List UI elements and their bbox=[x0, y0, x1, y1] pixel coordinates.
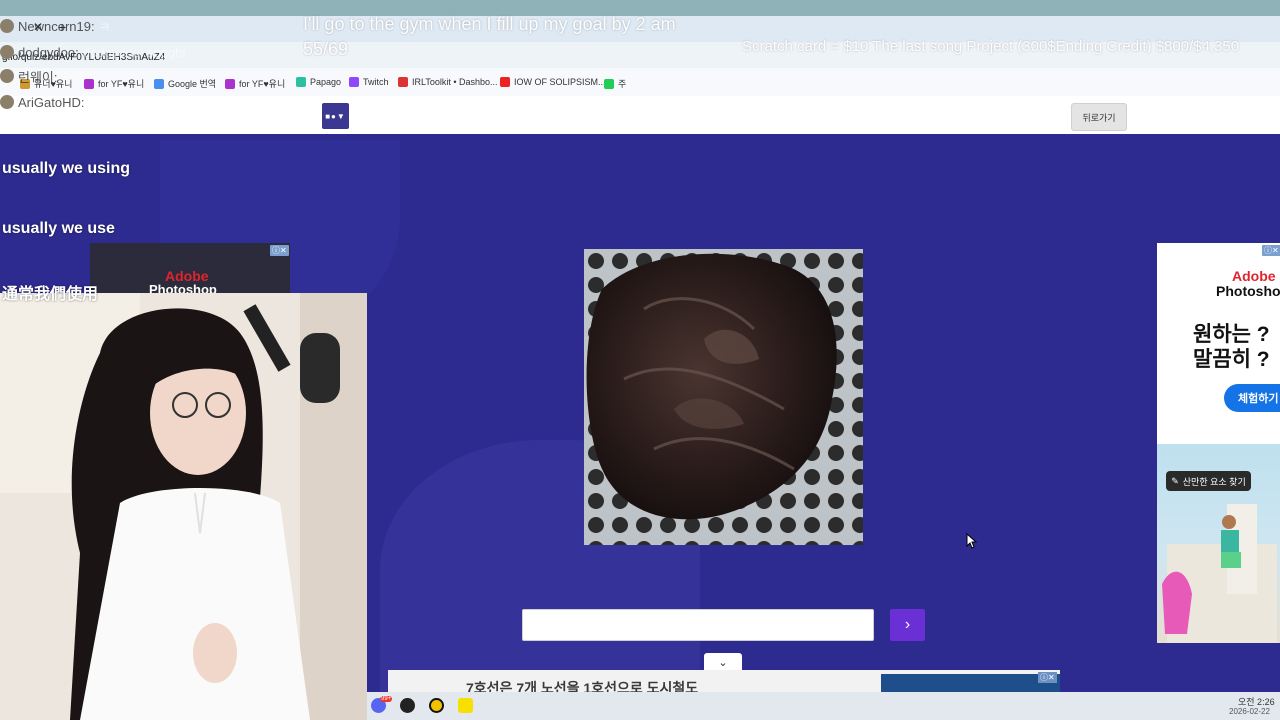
obs-icon[interactable] bbox=[400, 698, 415, 713]
stream-goal-text: I'll go to the gym when I fill up my goa… bbox=[303, 14, 676, 34]
youtube-icon bbox=[500, 77, 510, 87]
streamer-webcam bbox=[0, 293, 367, 720]
avatar bbox=[0, 69, 14, 83]
bottom-banner-text: 7호선은 7개 노선을 1호선으로 도시철도 bbox=[466, 680, 699, 692]
stream-goal-count: 55/69 bbox=[303, 39, 349, 59]
chat-username: 런웨이: bbox=[18, 69, 58, 85]
right-ad-product: Photosho bbox=[1216, 283, 1280, 299]
twitch-icon bbox=[349, 77, 359, 87]
subtitle-line: usually we use bbox=[2, 220, 115, 237]
chat-text: ㅋㅋㅋ bbox=[61, 69, 98, 85]
taskbar-clock-date[interactable]: 2026-02-22 bbox=[1229, 707, 1270, 716]
chat-message: Newncorn19: ㅋ bbox=[0, 16, 111, 36]
streamer-webcam-image bbox=[0, 293, 367, 720]
bookmark-icon bbox=[225, 78, 235, 89]
bookmark-item[interactable]: IRLToolkit • Dashbo... bbox=[398, 77, 498, 87]
mouse-cursor-icon bbox=[966, 533, 978, 549]
avatar bbox=[0, 95, 14, 109]
chevron-right-icon: › bbox=[904, 616, 911, 633]
site-logo[interactable]: ■●▼ bbox=[322, 103, 349, 129]
submit-button[interactable]: › bbox=[890, 609, 925, 641]
ad-choices-icon[interactable]: ⓘ✕ bbox=[1038, 672, 1057, 683]
app-icon[interactable] bbox=[429, 698, 444, 713]
bottom-banner-ad[interactable]: 7호선은 7개 노선을 1호선으로 도시철도 ⓘ✕ bbox=[388, 670, 1060, 692]
notification-badge: 99+ bbox=[380, 696, 393, 702]
taskbar bbox=[367, 692, 1280, 720]
bookmark-icon bbox=[604, 78, 614, 89]
back-button[interactable]: 뒤로가기 bbox=[1071, 103, 1127, 131]
chat-text: a big prune or gochu bbox=[88, 94, 208, 110]
bookmark-item[interactable]: Twitch bbox=[349, 77, 389, 87]
chat-username: Newncorn19: bbox=[18, 18, 95, 34]
chat-message: 런웨이: ㅋㅋㅋ bbox=[0, 66, 97, 86]
chat-text: ㅋ bbox=[98, 19, 111, 35]
bookmark-item[interactable]: IOW OF SOLIPSISM... bbox=[500, 77, 606, 87]
scroll-down-button[interactable]: ⌄ bbox=[704, 653, 742, 671]
magic-wand-icon: ✎ bbox=[1171, 475, 1179, 486]
ad-choices-icon[interactable]: ⓘ✕ bbox=[1262, 245, 1280, 256]
irltoolkit-icon bbox=[398, 77, 408, 87]
bookmark-item[interactable]: Papago bbox=[296, 77, 341, 87]
chat-message: dodgydoo: dodgydoo: sogghi bbox=[0, 42, 185, 62]
chat-username: dodgydoo: bbox=[18, 44, 79, 60]
bookmark-item[interactable]: 주 bbox=[604, 77, 626, 90]
chevron-down-icon: ⌄ bbox=[718, 656, 728, 669]
quiz-image-graphic bbox=[584, 249, 863, 545]
right-ad-chip[interactable]: ✎ 산만한 요소 찾기 bbox=[1166, 471, 1251, 491]
google-translate-icon bbox=[154, 78, 164, 89]
right-ad-cta-button[interactable]: 체험하기 bbox=[1224, 384, 1280, 412]
chat-message: AriGatoHD: a big prune or gochu bbox=[0, 92, 208, 112]
kakaotalk-icon[interactable] bbox=[458, 698, 473, 713]
answer-input[interactable] bbox=[522, 609, 874, 641]
right-ad-brand: Adobe bbox=[1232, 268, 1276, 284]
papago-icon bbox=[296, 77, 306, 87]
ad-choices-icon[interactable]: ⓘ✕ bbox=[270, 245, 289, 256]
avatar bbox=[0, 45, 14, 59]
subtitle-line: usually we using bbox=[2, 160, 131, 177]
subtitle-line: 通常我們使用 bbox=[2, 286, 99, 303]
stream-scratch-ticker: Scratch card = $10 The last song Project… bbox=[742, 38, 1240, 55]
bookmark-item[interactable]: Google 번역 bbox=[154, 77, 216, 90]
chat-username: AriGatoHD: bbox=[18, 94, 85, 110]
right-ad-headline-2: 말끔히 ? bbox=[1193, 348, 1270, 371]
avatar bbox=[0, 19, 14, 33]
bottom-banner-image bbox=[881, 674, 1060, 692]
chat-text: dodgydoo: sogghi bbox=[82, 44, 186, 60]
quiz-image bbox=[584, 249, 863, 545]
bookmark-item[interactable]: for YF♥유니 bbox=[225, 77, 285, 90]
